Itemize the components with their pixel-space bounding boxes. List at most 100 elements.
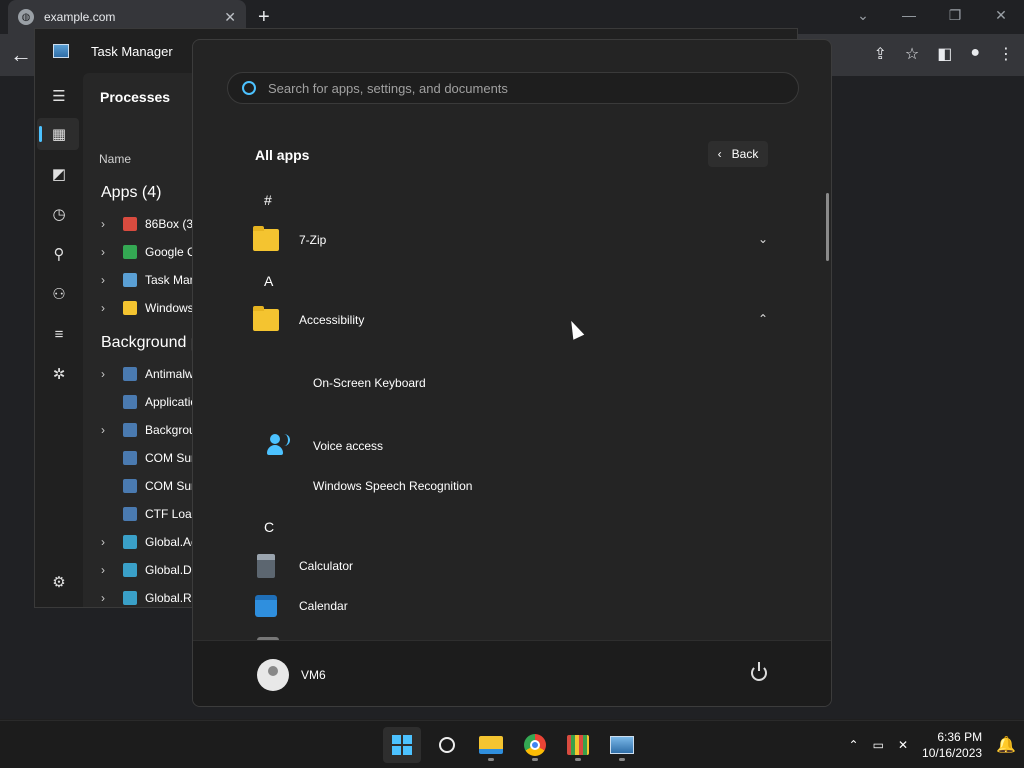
process-row[interactable]: › 86Box (32 [101, 210, 200, 238]
taskbar-file-explorer[interactable] [472, 727, 510, 763]
minimize-button[interactable]: — [886, 0, 932, 30]
process-icon [123, 367, 137, 381]
volume-muted-icon[interactable]: ✕ [898, 738, 908, 752]
back-label: Back [731, 147, 759, 161]
close-button[interactable]: ✕ [978, 0, 1024, 30]
taskbar-task-manager[interactable] [603, 727, 641, 763]
chevron-right-icon[interactable]: › [101, 423, 117, 437]
process-row[interactable]: › Task Man [101, 266, 196, 294]
tab-title: example.com [44, 10, 116, 24]
app-7zip[interactable]: 7-Zip [253, 224, 326, 256]
background-group-header: Background p [101, 334, 200, 351]
letter-header-hash[interactable]: # [264, 192, 272, 208]
users-icon[interactable]: ⚇ [49, 285, 69, 305]
process-name: Backgrou [145, 423, 196, 437]
process-icon [123, 451, 137, 465]
bookmark-star-icon[interactable]: ☆ [905, 44, 919, 64]
window-controls: ⌄ — ❐ ✕ [840, 0, 1024, 30]
process-row[interactable]: Applicatio [101, 388, 197, 416]
taskbar-chrome[interactable] [516, 727, 554, 763]
clock-time: 6:36 PM [937, 730, 983, 744]
process-row[interactable]: › Google C [101, 238, 196, 266]
tab-search-icon[interactable]: ⌄ [840, 0, 886, 30]
chevron-right-icon[interactable]: › [101, 301, 117, 315]
process-name: Global.Ru [145, 591, 199, 605]
taskbar: ⌃ ▭ ✕ 6:36 PM 10/16/2023 🔔 [0, 720, 1024, 768]
chevron-up-icon[interactable]: ⌃ [758, 312, 768, 326]
new-tab-button[interactable]: + [258, 6, 270, 29]
services-icon[interactable]: ✲ [49, 365, 69, 385]
taskbar-search-button[interactable] [428, 727, 466, 763]
start-button[interactable] [383, 727, 421, 763]
app-voice-access[interactable]: Voice access [313, 439, 383, 453]
nav-active-indicator [39, 126, 42, 142]
restore-button[interactable]: ❐ [932, 0, 978, 30]
chevron-right-icon[interactable]: › [101, 217, 117, 231]
86box-icon [567, 735, 589, 755]
settings-icon[interactable]: ⚙ [49, 573, 69, 593]
process-row[interactable]: › Backgrou [101, 416, 196, 444]
clock[interactable]: 6:36 PM 10/16/2023 [922, 729, 982, 761]
clock-date: 10/16/2023 [922, 746, 983, 760]
chevron-right-icon[interactable]: › [101, 535, 117, 549]
process-row[interactable]: › Antimalw [101, 360, 194, 388]
app-history-icon[interactable]: ◷ [49, 205, 69, 225]
performance-icon[interactable]: ◩ [49, 165, 69, 185]
share-icon[interactable]: ⇪ [873, 44, 886, 64]
apps-scrollbar[interactable] [826, 193, 829, 261]
task-manager-icon [53, 44, 69, 58]
chevron-down-icon[interactable]: ⌄ [758, 232, 768, 246]
letter-header-c[interactable]: C [264, 519, 274, 535]
start-footer: VM6 [193, 640, 831, 706]
toolbar-icons: ⇪ ☆ ◧ ● ⋮ [873, 44, 1014, 64]
letter-header-a[interactable]: A [264, 273, 273, 289]
system-tray: ⌃ ▭ ✕ 6:36 PM 10/16/2023 🔔 [849, 721, 1016, 768]
process-row[interactable]: COM Surr [101, 444, 199, 472]
notification-bell-icon[interactable]: 🔔 [996, 735, 1016, 755]
process-row[interactable]: CTF Load [101, 500, 198, 528]
details-icon[interactable]: ≡ [49, 325, 69, 345]
tab-close-icon[interactable]: ✕ [224, 9, 236, 26]
network-icon[interactable]: ▭ [873, 738, 884, 752]
process-row[interactable]: › Global.Ru [101, 584, 198, 612]
globe-icon: ◍ [18, 9, 34, 25]
processes-icon[interactable]: ▦ [49, 125, 69, 145]
power-icon[interactable] [751, 662, 767, 681]
app-windows-speech-recognition[interactable]: Windows Speech Recognition [313, 479, 472, 493]
back-button[interactable]: ‹ Back [708, 141, 768, 167]
search-input[interactable]: Search for apps, settings, and documents [227, 72, 799, 104]
side-panel-icon[interactable]: ◧ [937, 44, 952, 64]
app-accessibility[interactable]: Accessibility [253, 304, 364, 336]
process-row[interactable]: › Windows [101, 294, 194, 322]
hamburger-icon[interactable]: ☰ [49, 87, 69, 107]
app-on-screen-keyboard[interactable]: On-Screen Keyboard [313, 376, 426, 390]
back-arrow-icon[interactable]: ← [10, 42, 32, 68]
process-row[interactable]: › Global.Ac [101, 528, 197, 556]
process-row[interactable]: › Global.De [101, 556, 198, 584]
chevron-left-icon: ‹ [717, 147, 722, 161]
chevron-right-icon[interactable]: › [101, 245, 117, 259]
voice-access-icon [267, 432, 293, 458]
calendar-icon [255, 595, 277, 617]
user-name[interactable]: VM6 [301, 668, 326, 682]
chevron-up-icon[interactable]: ⌃ [849, 738, 859, 752]
app-calculator[interactable]: Calculator [253, 550, 353, 582]
user-avatar[interactable] [257, 659, 289, 691]
startup-icon[interactable]: ⚲ [49, 245, 69, 265]
app-label: Calendar [299, 599, 348, 613]
chevron-right-icon[interactable]: › [101, 273, 117, 287]
profile-icon[interactable]: ● [970, 44, 980, 64]
app-calendar[interactable]: Calendar [253, 590, 348, 622]
task-manager-icon [610, 736, 634, 754]
chevron-right-icon[interactable]: › [101, 563, 117, 577]
app-label: Accessibility [299, 313, 365, 327]
chevron-right-icon[interactable]: › [101, 591, 117, 605]
chevron-right-icon[interactable]: › [101, 367, 117, 381]
app-label: Calculator [299, 559, 354, 573]
process-row[interactable]: COM Surr [101, 472, 199, 500]
process-icon [123, 301, 137, 315]
search-icon [242, 81, 256, 95]
name-column-header[interactable]: Name [99, 152, 131, 166]
menu-kebab-icon[interactable]: ⋮ [998, 44, 1014, 64]
taskbar-86box[interactable] [559, 727, 597, 763]
